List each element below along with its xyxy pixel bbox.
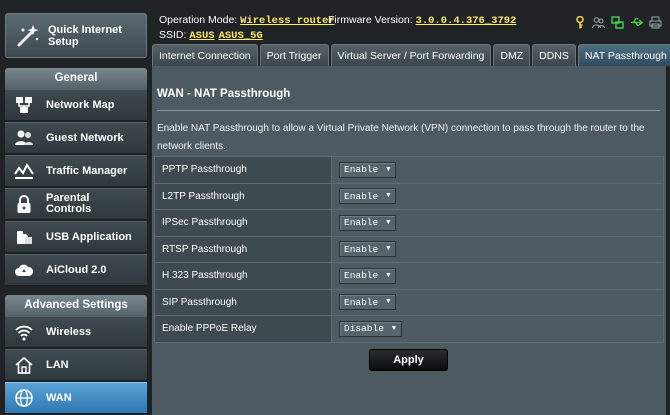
ssid-24ghz-link[interactable]: ASUS <box>189 30 214 42</box>
usb-status-icon[interactable] <box>630 16 643 29</box>
sidebar-item-usb-application[interactable]: USB Application <box>5 221 147 253</box>
dropdown-arrow-icon: ▼ <box>386 218 391 227</box>
sidebar-item-lan[interactable]: LAN <box>5 349 147 381</box>
globe-icon <box>13 387 35 409</box>
magic-wand-icon <box>12 21 42 51</box>
sidebar-item-traffic-manager[interactable]: Traffic Manager <box>5 155 147 187</box>
advanced-settings-header: Advanced Settings <box>5 295 147 316</box>
dropdown-arrow-icon: ▼ <box>386 165 391 174</box>
wifi-icon <box>13 321 35 343</box>
page-description: Enable NAT Passthrough to allow a Virtua… <box>157 123 645 152</box>
table-row: PPTP Passthrough Enable ▼ <box>154 156 664 184</box>
tab-ddns[interactable]: DDNS <box>532 44 576 66</box>
dropdown-arrow-icon: ▼ <box>391 324 397 333</box>
sidebar-item-guest-network[interactable]: Guest Network <box>5 122 147 154</box>
row-label: Enable PPPoE Relay <box>154 315 332 343</box>
quick-setup-label: Quick Internet Setup <box>48 23 122 48</box>
status-icons <box>573 16 662 29</box>
row-label: H.323 Passthrough <box>154 262 332 290</box>
table-row: RTSP Passthrough Enable ▼ <box>154 235 664 263</box>
title-divider <box>157 110 660 111</box>
sidebar-item-network-map[interactable]: Network Map <box>5 89 147 121</box>
firmware-version-link[interactable]: 3.0.0.4.376_3792 <box>416 15 517 27</box>
sidebar-item-parental-controls[interactable]: Parental Controls <box>5 188 147 220</box>
row-label: PPTP Passthrough <box>154 156 332 184</box>
row-label: L2TP Passthrough <box>154 182 332 210</box>
rtsp-passthrough-select[interactable]: Enable ▼ <box>339 241 397 258</box>
key-icon[interactable] <box>573 16 586 29</box>
apply-button[interactable]: Apply <box>369 349 448 371</box>
dropdown-arrow-icon: ▼ <box>386 192 391 201</box>
table-row: Enable PPPoE Relay Disable ▼ <box>154 315 664 343</box>
ssid-5ghz-link[interactable]: ASUS_5G <box>219 30 263 42</box>
sidebar-item-wan[interactable]: WAN <box>5 382 147 414</box>
table-row: IPSec Passthrough Enable ▼ <box>154 209 664 237</box>
l2tp-passthrough-select[interactable]: Enable ▼ <box>339 188 397 205</box>
sidebar-item-wireless[interactable]: Wireless <box>5 316 147 348</box>
status-bar: Operation Mode: Wireless router Firmware… <box>152 0 670 44</box>
pppoe-relay-select[interactable]: Disable ▼ <box>339 320 403 337</box>
sidebar-item-label: WAN <box>46 391 72 404</box>
operation-mode-link[interactable]: Wireless router <box>240 15 335 27</box>
sidebar-item-label: Network Map <box>46 98 115 111</box>
home-icon <box>13 354 35 376</box>
printer-icon[interactable] <box>649 16 662 29</box>
firmware-version: Firmware Version: 3.0.0.4.376_3792 <box>328 14 517 27</box>
sidebar-item-label: USB Application <box>46 230 132 243</box>
table-row: SIP Passthrough Enable ▼ <box>154 288 664 316</box>
general-header: General <box>5 68 147 89</box>
page-title: WAN - NAT Passthrough <box>157 88 291 100</box>
row-label: RTSP Passthrough <box>154 235 332 263</box>
nat-passthrough-table: PPTP Passthrough Enable ▼ L2TP Passthroug… <box>154 156 664 343</box>
row-label: SIP Passthrough <box>154 288 332 316</box>
users-icon[interactable] <box>592 16 605 29</box>
dropdown-arrow-icon: ▼ <box>386 245 391 254</box>
traffic-manager-icon <box>13 160 35 182</box>
sip-passthrough-select[interactable]: Enable ▼ <box>339 294 397 311</box>
operation-mode: Operation Mode: Wireless router <box>159 14 335 27</box>
usb-icon <box>13 226 35 248</box>
lock-icon <box>13 193 35 215</box>
dropdown-arrow-icon: ▼ <box>386 271 391 280</box>
tab-internet-connection[interactable]: Internet Connection <box>152 44 258 66</box>
content-panel: WAN - NAT Passthrough Enable NAT Passthr… <box>152 66 666 415</box>
quick-internet-setup-button[interactable]: Quick Internet Setup <box>5 13 147 58</box>
row-label: IPSec Passthrough <box>154 209 332 237</box>
tab-virtual-server[interactable]: Virtual Server / Port Forwarding <box>330 44 492 66</box>
tab-bar: Internet Connection Port Trigger Virtual… <box>152 44 670 66</box>
sidebar-item-label: Guest Network <box>46 131 124 144</box>
sidebar-item-label: Traffic Manager <box>46 164 128 177</box>
tab-dmz[interactable]: DMZ <box>493 44 531 66</box>
sidebar-item-label: LAN <box>46 358 69 371</box>
h323-passthrough-select[interactable]: Enable ▼ <box>339 267 397 284</box>
sidebar-item-aicloud[interactable]: AiCloud 2.0 <box>5 254 147 286</box>
table-row: H.323 Passthrough Enable ▼ <box>154 262 664 290</box>
guest-network-icon <box>13 127 35 149</box>
dropdown-arrow-icon: ▼ <box>386 298 391 307</box>
tab-nat-passthrough[interactable]: NAT Passthrough <box>577 44 670 66</box>
sidebar: Quick Internet Setup General Network Map … <box>0 0 152 415</box>
pptp-passthrough-select[interactable]: Enable ▼ <box>339 161 397 178</box>
sidebar-item-label: AiCloud 2.0 <box>46 263 107 276</box>
sidebar-item-label: Wireless <box>46 325 92 338</box>
network-map-icon <box>13 94 35 116</box>
sidebar-item-label: Parental Controls <box>46 192 92 215</box>
table-row: L2TP Passthrough Enable ▼ <box>154 182 664 210</box>
tab-port-trigger[interactable]: Port Trigger <box>259 44 329 66</box>
ssid: SSID: ASUS ASUS_5G <box>159 29 263 42</box>
network-icon[interactable] <box>611 16 624 29</box>
ipsec-passthrough-select[interactable]: Enable ▼ <box>339 214 397 231</box>
cloud-icon <box>13 259 35 281</box>
